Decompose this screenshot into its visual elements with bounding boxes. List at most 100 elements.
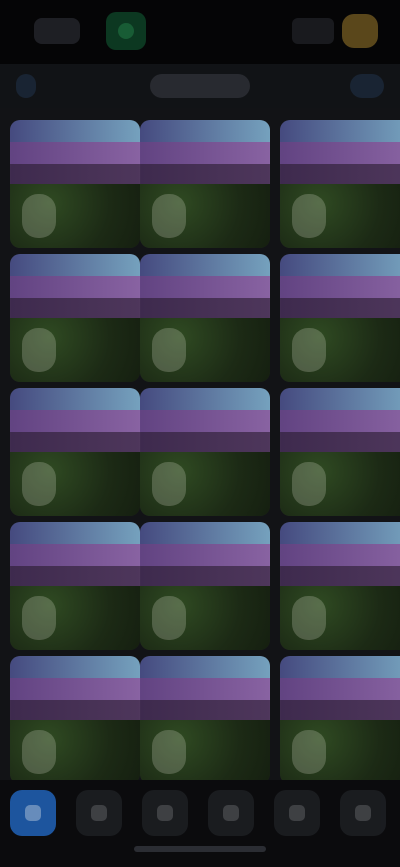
screen	[0, 0, 400, 867]
tile-band-2	[280, 410, 400, 432]
tile-band-2	[140, 544, 270, 566]
back-button[interactable]	[16, 74, 36, 98]
tile-band-2	[140, 276, 270, 298]
tile-band-1	[280, 522, 400, 544]
grid-tile[interactable]	[10, 656, 140, 780]
tile-band-1	[140, 120, 270, 142]
status-bar	[0, 0, 400, 64]
tile-band-3	[280, 700, 400, 720]
tile-band-2	[10, 142, 140, 164]
tile-band-2	[280, 544, 400, 566]
tile-band-1	[10, 254, 140, 276]
header	[0, 64, 400, 108]
tile-field-spot	[292, 730, 326, 774]
recording-dot	[118, 23, 134, 39]
tile-band-3	[280, 432, 400, 452]
tile-field-spot	[22, 194, 56, 238]
page-title	[150, 74, 250, 98]
tile-band-3	[10, 298, 140, 318]
tile-band-3	[140, 298, 270, 318]
tile-band-3	[10, 700, 140, 720]
tile-band-3	[280, 298, 400, 318]
tile-field-spot	[152, 328, 186, 372]
tab-4[interactable]	[208, 790, 254, 836]
grid-tile[interactable]	[10, 120, 140, 248]
tile-field-spot	[22, 462, 56, 506]
tile-band-2	[10, 410, 140, 432]
tile-field-spot	[22, 328, 56, 372]
grid-tile[interactable]	[280, 522, 400, 650]
tile-band-3	[10, 566, 140, 586]
grid-tile[interactable]	[10, 254, 140, 382]
tile-band-1	[280, 120, 400, 142]
status-left-icon	[34, 18, 80, 44]
tab-5[interactable]	[274, 790, 320, 836]
tile-band-1	[10, 656, 140, 678]
tile-band-3	[10, 164, 140, 184]
grid-tile[interactable]	[140, 120, 270, 248]
tile-field-spot	[152, 194, 186, 238]
grid-tile[interactable]	[10, 388, 140, 516]
tile-band-1	[140, 254, 270, 276]
grid-tile[interactable]	[280, 254, 400, 382]
tile-field-spot	[292, 462, 326, 506]
battery-icon	[342, 14, 378, 48]
tile-field-spot	[152, 596, 186, 640]
tile-band-1	[280, 388, 400, 410]
tab-icon-4	[223, 805, 239, 821]
tile-band-1	[10, 522, 140, 544]
tab-bar	[0, 780, 400, 867]
tile-band-3	[280, 566, 400, 586]
recording-indicator-icon	[106, 12, 146, 50]
grid-tile[interactable]	[10, 522, 140, 650]
tile-band-2	[280, 276, 400, 298]
tile-field-spot	[292, 194, 326, 238]
grid-tile[interactable]	[280, 388, 400, 516]
grid-tile[interactable]	[280, 120, 400, 248]
tile-field-spot	[22, 596, 56, 640]
tile-band-3	[140, 566, 270, 586]
tab-icon-5	[289, 805, 305, 821]
tab-2[interactable]	[76, 790, 122, 836]
tile-band-1	[280, 254, 400, 276]
tile-band-2	[10, 678, 140, 700]
home-indicator	[134, 846, 266, 852]
tab-icon-6	[355, 805, 371, 821]
tab-icon-1	[25, 805, 41, 821]
tile-band-1	[140, 522, 270, 544]
tile-band-3	[280, 164, 400, 184]
tile-band-2	[140, 410, 270, 432]
tile-band-3	[140, 164, 270, 184]
tile-band-2	[280, 142, 400, 164]
grid-tile[interactable]	[140, 656, 270, 780]
tile-band-2	[140, 678, 270, 700]
grid-tile[interactable]	[140, 522, 270, 650]
tile-band-3	[10, 432, 140, 452]
tab-6[interactable]	[340, 790, 386, 836]
tile-field-spot	[292, 328, 326, 372]
status-right-icon	[292, 18, 334, 44]
tile-band-3	[140, 700, 270, 720]
tab-icon-3	[157, 805, 173, 821]
tile-band-2	[140, 142, 270, 164]
tile-band-1	[280, 656, 400, 678]
tile-band-3	[140, 432, 270, 452]
tile-band-1	[10, 388, 140, 410]
grid-tile[interactable]	[140, 388, 270, 516]
tile-field-spot	[292, 596, 326, 640]
tile-band-1	[10, 120, 140, 142]
tile-field-spot	[22, 730, 56, 774]
grid-tile[interactable]	[280, 656, 400, 780]
tab-1[interactable]	[10, 790, 56, 836]
tile-band-2	[280, 678, 400, 700]
tile-band-2	[10, 544, 140, 566]
tile-field-spot	[152, 730, 186, 774]
tile-band-1	[140, 656, 270, 678]
tile-band-1	[140, 388, 270, 410]
grid-tile[interactable]	[140, 254, 270, 382]
header-action-button[interactable]	[350, 74, 384, 98]
tile-field-spot	[152, 462, 186, 506]
media-grid[interactable]	[0, 108, 400, 780]
tab-3[interactable]	[142, 790, 188, 836]
tab-icon-2	[91, 805, 107, 821]
